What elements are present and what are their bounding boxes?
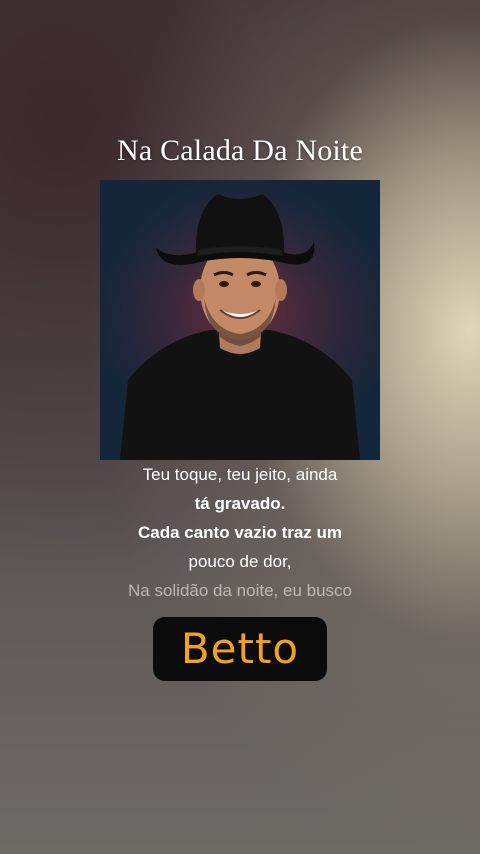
cover-art-illustration — [100, 180, 380, 460]
lyrics-panel: Teu toque, teu jeito, ainda tá gravado. … — [0, 460, 480, 605]
lyric-line: Teu toque, teu jeito, ainda — [142, 465, 338, 484]
lyric-line-active: tá gravado. — [194, 494, 286, 513]
cover-art-image — [100, 180, 380, 460]
artist-badge: Betto — [153, 617, 327, 681]
lyric-line-upcoming: Na solidão da noite, eu busco — [128, 581, 352, 600]
lyric-line-active: Cada canto vazio traz um — [137, 523, 343, 542]
song-title: Na Calada Da Noite — [116, 134, 363, 167]
lyric-line: pouco de dor, — [188, 552, 292, 571]
artist-name: Betto — [180, 624, 300, 673]
